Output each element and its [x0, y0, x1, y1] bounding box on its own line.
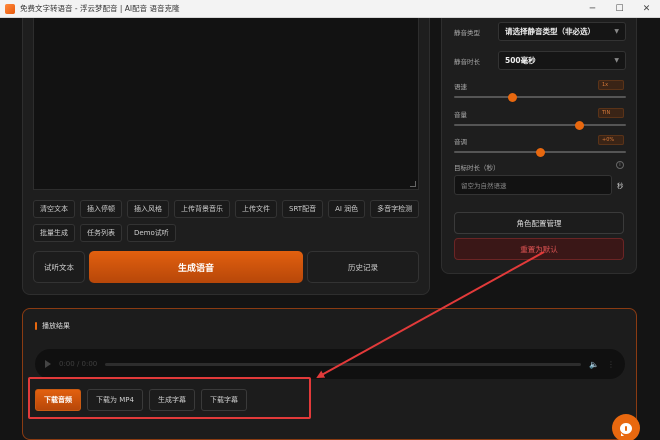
ai-polish-button[interactable]: AI 润色 [328, 200, 366, 218]
insert-pause-button[interactable]: 插入停顿 [80, 200, 122, 218]
duration-unit: 秒 [617, 182, 624, 190]
minimize-button[interactable]: ─ [579, 0, 606, 18]
action-row: 试听文本 生成语音 历史记录 [33, 251, 419, 283]
volume-slider-thumb[interactable] [575, 120, 585, 130]
chat-icon-mark [625, 425, 627, 431]
playback-header: 播放结果 [35, 321, 70, 331]
audio-progress-bar[interactable] [105, 362, 582, 366]
silence-type-value: 请选择静音类型（非必选） [505, 27, 595, 36]
window-title: 免费文字转语音 - 浮云梦配音 | AI配音 语音克隆 [20, 4, 180, 13]
volume-slider[interactable] [454, 120, 626, 130]
pitch-value: +0% [598, 135, 624, 145]
close-button[interactable]: ✕ [633, 0, 660, 18]
text-editor[interactable] [33, 18, 419, 190]
app-icon [5, 3, 15, 14]
toolbar-row-1: 清空文本 插入停顿 插入风格 上传背景音乐 上传文件 SRT配音 AI 润色 多… [33, 200, 420, 218]
chat-button[interactable] [612, 414, 640, 440]
annotation-highlight-box [28, 377, 311, 419]
chevron-down-icon: ▼ [614, 57, 619, 64]
audio-player: 0:00 / 0:00 🔈 ⋮ [35, 349, 625, 379]
reset-default-button[interactable]: 重置为默认 [454, 238, 624, 260]
silence-type-label: 静音类型 [454, 28, 480, 37]
chat-icon [620, 422, 632, 436]
upload-bgm-button[interactable]: 上传背景音乐 [174, 200, 230, 218]
playback-title: 播放结果 [42, 322, 70, 330]
editor-panel: 清空文本 插入停顿 插入风格 上传背景音乐 上传文件 SRT配音 AI 润色 多… [22, 18, 430, 295]
play-icon[interactable] [45, 360, 51, 368]
polyphone-check-button[interactable]: 多音字检测 [370, 200, 420, 218]
history-button[interactable]: 历史记录 [307, 251, 419, 283]
window-controls: ─ ☐ ✕ [579, 0, 660, 18]
srt-dubbing-button[interactable]: SRT配音 [282, 200, 324, 218]
playback-panel: 播放结果 0:00 / 0:00 🔈 ⋮ 下载音频 下载为 MP4 生成字幕 下… [22, 308, 637, 440]
insert-style-button[interactable]: 插入风格 [127, 200, 169, 218]
volume-icon[interactable]: 🔈 [589, 360, 599, 369]
pitch-slider-thumb[interactable] [535, 147, 545, 157]
silence-duration-value: 500毫秒 [505, 56, 536, 65]
volume-value: TIN [598, 108, 624, 118]
toolbar-row-2: 批量生成 任务列表 Demo试听 [33, 224, 176, 242]
task-list-button[interactable]: 任务列表 [80, 224, 122, 242]
window-title-bar: 免费文字转语音 - 浮云梦配音 | AI配音 语音克隆 ─ ☐ ✕ [0, 0, 660, 18]
generate-speech-button[interactable]: 生成语音 [89, 251, 303, 283]
target-duration-input[interactable]: 留空为自然语速 [454, 175, 612, 195]
silence-duration-select[interactable]: 500毫秒 ▼ [498, 51, 626, 70]
silence-duration-row: 静音时长 500毫秒 ▼ [454, 51, 626, 70]
speed-value: 1x [598, 80, 624, 90]
title-accent-bar [35, 322, 37, 330]
speed-slider[interactable] [454, 92, 626, 102]
target-duration-label: 目标时长（秒） [454, 164, 500, 172]
info-icon[interactable]: i [616, 161, 624, 169]
resize-handle[interactable] [410, 181, 416, 187]
playback-time: 0:00 / 0:00 [59, 360, 98, 368]
chevron-down-icon: ▼ [614, 28, 619, 35]
role-config-button[interactable]: 角色配置管理 [454, 212, 624, 234]
clear-text-button[interactable]: 清空文本 [33, 200, 75, 218]
speed-label: 语速 [454, 83, 467, 91]
upload-file-button[interactable]: 上传文件 [235, 200, 277, 218]
maximize-button[interactable]: ☐ [606, 0, 633, 18]
pitch-label: 音调 [454, 138, 467, 146]
settings-panel: 静音类型 请选择静音类型（非必选） ▼ 静音时长 500毫秒 ▼ 语速 1x 音… [441, 18, 637, 274]
speed-slider-thumb[interactable] [507, 92, 517, 102]
silence-type-row: 静音类型 请选择静音类型（非必选） ▼ [454, 22, 626, 41]
more-options-icon[interactable]: ⋮ [607, 360, 615, 369]
silence-type-select[interactable]: 请选择静音类型（非必选） ▼ [498, 22, 626, 41]
volume-label: 音量 [454, 111, 467, 119]
listen-text-button[interactable]: 试听文本 [33, 251, 85, 283]
pitch-slider[interactable] [454, 147, 626, 157]
demo-listen-button[interactable]: Demo试听 [127, 224, 176, 242]
batch-generate-button[interactable]: 批量生成 [33, 224, 75, 242]
silence-duration-label: 静音时长 [454, 57, 480, 66]
